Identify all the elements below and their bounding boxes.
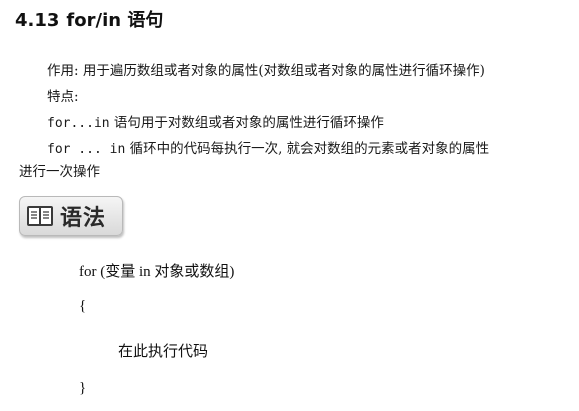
book-icon [26,203,54,229]
feature-line-2: for ... in 循环中的代码每执行一次, 就会对数组的元素或者对象的属性 [47,140,489,159]
badge-label: 语法 [60,205,107,231]
inline-code: for ... in [47,142,126,157]
features-label: 特点: [47,89,79,105]
syntax-badge: 语法 [19,196,123,236]
feature-line-1: for...in 语句用于对数组或者对象的属性进行循环操作 [47,114,384,133]
feature-line-1-text: 语句用于对数组或者对象的属性进行循环操作 [109,115,384,131]
inline-code: for...in [47,116,110,131]
section-heading: 4.13 for/in 语句 [15,6,163,32]
purpose-line: 作用: 用于遍历数组或者对象的属性(对数组或者对象的属性进行循环操作) [47,63,485,79]
feature-line-2-text: 循环中的代码每执行一次, 就会对数组的元素或者对象的属性 [125,141,490,157]
section-title: for/in 语句 [66,10,164,31]
feature-line-2-cont: 进行一次操作 [19,164,100,180]
syntax-for-line: for (变量 in 对象或数组) [79,264,235,280]
syntax-close-brace: } [79,380,87,396]
syntax-open-brace: { [79,298,87,314]
syntax-body: 在此执行代码 [118,344,209,360]
section-number: 4.13 [15,10,60,31]
